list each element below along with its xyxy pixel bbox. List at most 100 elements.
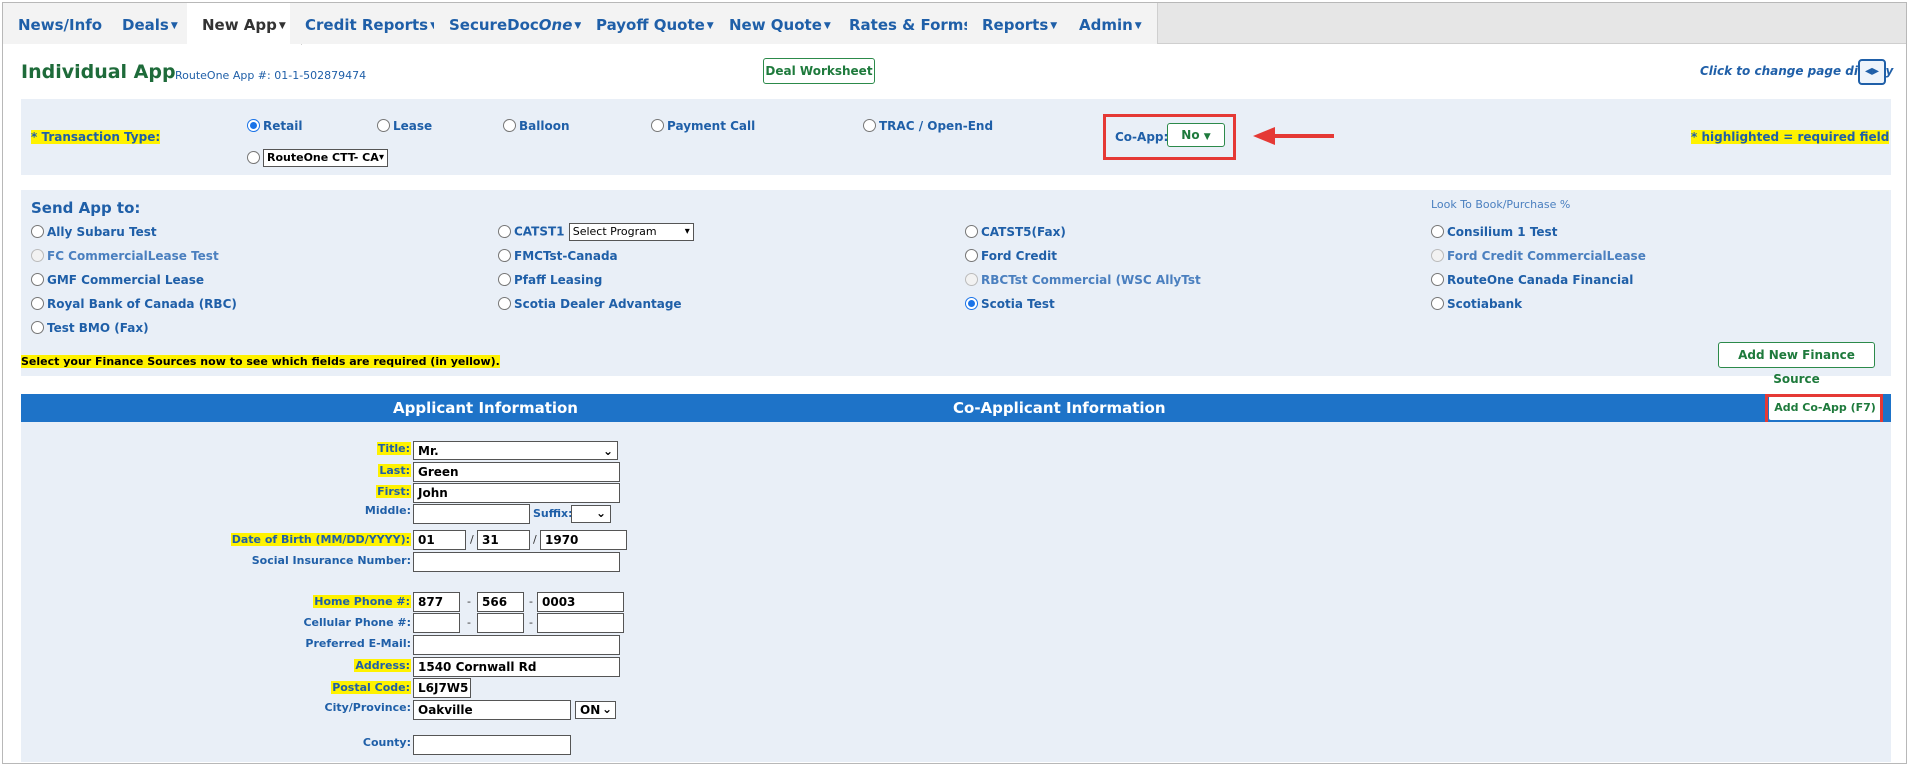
radio-circle[interactable] bbox=[31, 321, 44, 334]
radio-circle[interactable] bbox=[31, 249, 44, 262]
cell-phone-prefix[interactable] bbox=[477, 613, 524, 633]
tab-new-app[interactable]: New App ▼ bbox=[187, 3, 302, 45]
sin-input[interactable] bbox=[413, 552, 620, 572]
radio-circle[interactable] bbox=[498, 297, 511, 310]
annotation-arrow-coapp bbox=[1271, 134, 1334, 138]
tab-label: Rates & Forms bbox=[849, 16, 973, 34]
display-toggle-button[interactable]: ◂▸ bbox=[1858, 59, 1886, 85]
tab-credit-reports[interactable]: Credit Reports▼ bbox=[290, 3, 454, 44]
select-value: Mr. bbox=[418, 444, 439, 458]
radio-circle[interactable] bbox=[1431, 249, 1444, 262]
radio-circle[interactable] bbox=[965, 249, 978, 262]
city-input[interactable]: Oakville bbox=[413, 700, 571, 720]
transaction-type-label: * Transaction Type: bbox=[31, 130, 161, 144]
radio-circle[interactable] bbox=[31, 297, 44, 310]
radio-circle[interactable] bbox=[498, 273, 511, 286]
address-input[interactable]: 1540 Cornwall Rd bbox=[413, 657, 620, 677]
tab-label: Deals bbox=[122, 16, 169, 34]
tab-label: SecureDoc bbox=[449, 16, 539, 34]
section-header-bar: Applicant Information Co-Applicant Infor… bbox=[21, 394, 1891, 422]
radio-circle[interactable] bbox=[31, 273, 44, 286]
source-label: Ford Credit bbox=[981, 249, 1057, 263]
tab-admin[interactable]: Admin ▼ bbox=[1064, 3, 1158, 44]
home-phone-area[interactable]: 877 bbox=[413, 592, 460, 612]
tab-payoff-quote[interactable]: Payoff Quote ▼ bbox=[581, 3, 730, 44]
coapplicant-info-heading: Co-Applicant Information bbox=[953, 399, 1166, 417]
tab-securedoc-one[interactable]: SecureDocOne ▼ bbox=[434, 3, 598, 44]
radio-program[interactable]: RouteOne CTT- CA ▾ bbox=[247, 149, 388, 167]
tab-rates-forms[interactable]: Rates & Forms bbox=[834, 3, 989, 44]
caret-down-icon: ▼ bbox=[1050, 21, 1058, 31]
source-catst5[interactable]: CATST5(Fax) bbox=[965, 225, 1066, 239]
radio-balloon[interactable]: Balloon bbox=[503, 119, 570, 133]
radio-circle[interactable] bbox=[965, 273, 978, 286]
radio-circle[interactable] bbox=[498, 224, 511, 238]
tab-news-info[interactable]: News/Info bbox=[3, 3, 119, 44]
source-rbctst-commercial[interactable]: RBCTst Commercial (WSC AllyTst bbox=[965, 273, 1201, 287]
middle-name-input[interactable] bbox=[413, 504, 530, 524]
source-label: GMF Commercial Lease bbox=[47, 273, 205, 287]
source-fc-commerciallease[interactable]: FC CommercialLease Test bbox=[31, 249, 219, 263]
radio-circle[interactable] bbox=[1431, 225, 1444, 238]
source-gmf-commercial[interactable]: GMF Commercial Lease bbox=[31, 273, 204, 287]
radio-payment-call[interactable]: Payment Call bbox=[651, 119, 755, 133]
look-to-book-label: Look To Book/Purchase % bbox=[1431, 198, 1571, 211]
radio-circle[interactable] bbox=[965, 225, 978, 238]
dob-day-input[interactable]: 31 bbox=[477, 530, 530, 550]
deal-worksheet-button[interactable]: Deal Worksheet bbox=[763, 58, 875, 84]
radio-lease[interactable]: Lease bbox=[377, 119, 432, 133]
title-select[interactable]: Mr. ⌄ bbox=[413, 441, 618, 460]
cell-phone-label: Cellular Phone #: bbox=[303, 616, 411, 629]
radio-circle[interactable] bbox=[247, 119, 260, 132]
province-select[interactable]: ON ⌄ bbox=[575, 701, 616, 719]
program-select[interactable]: RouteOne CTT- CA ▾ bbox=[263, 149, 388, 167]
source-ford-credit-commerciallease[interactable]: Ford Credit CommercialLease bbox=[1431, 249, 1646, 263]
dob-month-input[interactable]: 01 bbox=[413, 530, 466, 550]
dob-year-input[interactable]: 1970 bbox=[540, 530, 627, 550]
source-fmctst-canada[interactable]: FMCTst-Canada bbox=[498, 249, 618, 263]
source-consilium-1-test[interactable]: Consilium 1 Test bbox=[1431, 225, 1557, 239]
radio-circle[interactable] bbox=[377, 119, 390, 132]
email-input[interactable] bbox=[413, 635, 620, 655]
suffix-select[interactable]: ⌄ bbox=[571, 505, 611, 523]
source-catst1[interactable]: CATST1 Select Program ▾ bbox=[498, 223, 694, 241]
radio-circle[interactable] bbox=[651, 119, 664, 132]
last-name-input[interactable]: Green bbox=[413, 462, 620, 482]
cell-phone-line[interactable] bbox=[537, 613, 624, 633]
first-name-input[interactable]: John bbox=[413, 483, 620, 503]
radio-circle[interactable] bbox=[965, 297, 978, 310]
tab-reports[interactable]: Reports ▼ bbox=[967, 3, 1074, 44]
radio-circle[interactable] bbox=[31, 225, 44, 238]
postal-code-input[interactable]: L6J7W5 bbox=[413, 678, 471, 698]
source-scotia-dealer-advantage[interactable]: Scotia Dealer Advantage bbox=[498, 297, 682, 311]
radio-retail[interactable]: Retail bbox=[247, 119, 302, 133]
home-phone-prefix[interactable]: 566 bbox=[477, 592, 524, 612]
radio-circle[interactable] bbox=[247, 150, 260, 164]
tab-new-quote[interactable]: New Quote ▼ bbox=[714, 3, 847, 44]
source-rbc[interactable]: Royal Bank of Canada (RBC) bbox=[31, 297, 237, 311]
radio-circle[interactable] bbox=[1431, 297, 1444, 310]
source-routeone-canada-financial[interactable]: RouteOne Canada Financial bbox=[1431, 273, 1633, 287]
tab-label: New App bbox=[202, 16, 277, 34]
caret-down-icon: ▼ bbox=[823, 21, 831, 31]
address-label: Address: bbox=[354, 659, 411, 672]
radio-circle[interactable] bbox=[1431, 273, 1444, 286]
radio-circle[interactable] bbox=[863, 119, 876, 132]
add-finance-source-button[interactable]: Add New Finance Source bbox=[1718, 342, 1875, 386]
tab-deals[interactable]: Deals ▼ bbox=[107, 3, 194, 44]
source-pfaff-leasing[interactable]: Pfaff Leasing bbox=[498, 273, 602, 287]
source-scotia-test[interactable]: Scotia Test bbox=[965, 297, 1055, 311]
home-phone-line[interactable]: 0003 bbox=[537, 592, 624, 612]
source-ally-subaru[interactable]: Ally Subaru Test bbox=[31, 225, 157, 239]
cell-phone-area[interactable] bbox=[413, 613, 460, 633]
source-ford-credit[interactable]: Ford Credit bbox=[965, 249, 1057, 263]
tab-label: News/Info bbox=[18, 16, 103, 34]
radio-circle[interactable] bbox=[503, 119, 516, 132]
radio-trac-open-end[interactable]: TRAC / Open-End bbox=[863, 119, 993, 133]
catst1-program-select[interactable]: Select Program ▾ bbox=[568, 223, 694, 241]
source-scotiabank[interactable]: Scotiabank bbox=[1431, 297, 1522, 311]
chevron-down-icon: ▾ bbox=[684, 226, 690, 237]
county-input[interactable] bbox=[413, 735, 571, 755]
radio-circle[interactable] bbox=[498, 249, 511, 262]
source-test-bmo[interactable]: Test BMO (Fax) bbox=[31, 321, 149, 335]
